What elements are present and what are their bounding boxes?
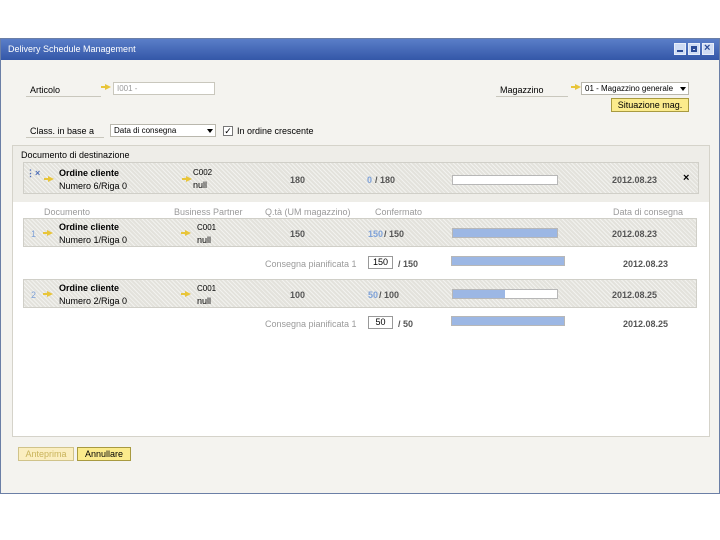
row-doc-type: Ordine cliente <box>59 283 120 293</box>
row-bp-code: C001 <box>197 284 217 293</box>
sub-date: 2012.08.23 <box>623 259 669 269</box>
dest-doc-type: Ordine cliente <box>59 168 120 178</box>
col-documento: Documento <box>44 207 91 217</box>
dest-progress-bar <box>452 175 558 185</box>
class-value: Data di consegna <box>114 126 177 135</box>
row-number: 1 <box>31 229 37 239</box>
minimize-icon <box>677 50 683 52</box>
bp-link-arrow-icon[interactable] <box>181 291 191 297</box>
row-confirmed: 150 <box>368 229 384 239</box>
magazzino-select[interactable]: 01 - Magazzino generale <box>581 82 689 95</box>
window-title: Delivery Schedule Management <box>8 44 136 54</box>
sub-progress-fill <box>452 317 564 325</box>
doc-link-arrow-icon[interactable] <box>44 176 54 182</box>
sub-total: / 50 <box>398 319 414 329</box>
dest-quantity: 180 <box>290 175 306 185</box>
dest-bp-name: null <box>193 180 208 190</box>
sub-progress-bar <box>451 256 565 266</box>
col-quantita: Q.tà (UM magazzino) <box>265 207 351 217</box>
bp-link-arrow-icon[interactable] <box>182 176 192 182</box>
table-row[interactable]: 2 Ordine cliente Numero 2/Riga 0 C001 nu… <box>23 279 697 308</box>
row-progress-bar <box>452 228 558 238</box>
anteprima-button[interactable]: Anteprima <box>18 447 74 461</box>
chevron-down-icon <box>207 129 213 133</box>
row-bp-name: null <box>197 235 212 245</box>
dest-doc-ref: Numero 6/Riga 0 <box>59 181 128 191</box>
magazzino-underline <box>496 96 568 97</box>
dest-total: / 180 <box>375 175 396 185</box>
row-doc-type: Ordine cliente <box>59 222 120 232</box>
row-number: 2 <box>31 290 37 300</box>
sub-progress-bar <box>451 316 565 326</box>
sub-quantity-input[interactable]: 50 <box>368 316 393 329</box>
close-icon: × <box>704 42 711 54</box>
sub-progress-fill <box>452 257 564 265</box>
dest-bp-code: C002 <box>193 168 213 177</box>
magazzino-value: 01 - Magazzino generale <box>585 84 674 93</box>
maximize-button[interactable] <box>688 43 700 55</box>
row-doc-ref: Numero 1/Riga 0 <box>59 235 128 245</box>
articolo-input[interactable]: I001 - <box>113 82 215 95</box>
magazzino-label: Magazzino <box>500 85 544 95</box>
class-label: Class. in base a <box>30 126 95 136</box>
sub-label: Consegna pianificata 1 <box>265 319 357 329</box>
sub-label: Consegna pianificata 1 <box>265 259 357 269</box>
row-bp-code: C001 <box>197 223 217 232</box>
class-select[interactable]: Data di consegna <box>110 124 216 137</box>
articolo-link-arrow-icon[interactable] <box>101 84 111 90</box>
row-quantity: 150 <box>290 229 306 239</box>
maximize-icon <box>691 46 697 52</box>
row-progress-fill <box>453 229 557 237</box>
row-total: / 100 <box>379 290 400 300</box>
chevron-down-icon <box>680 87 686 91</box>
situazione-mag-button[interactable]: Situazione mag. <box>611 98 689 112</box>
row-progress-bar <box>452 289 558 299</box>
minimize-button[interactable] <box>674 43 686 55</box>
row-doc-ref: Numero 2/Riga 0 <box>59 296 128 306</box>
row-date: 2012.08.25 <box>612 290 658 300</box>
col-business-partner: Business Partner <box>174 207 243 217</box>
table-row[interactable]: 1 Ordine cliente Numero 1/Riga 0 C001 nu… <box>23 218 697 247</box>
row-bp-name: null <box>197 296 212 306</box>
crescente-checkbox[interactable]: ✓ <box>223 126 233 136</box>
class-underline <box>26 137 104 138</box>
row-confirmed: 50 <box>368 290 379 300</box>
sub-date: 2012.08.25 <box>623 319 669 329</box>
dest-confirmed: 0 <box>367 175 373 185</box>
doc-link-arrow-icon[interactable] <box>43 230 53 236</box>
tree-expand-icon[interactable]: ⋮× <box>26 168 40 179</box>
col-data-consegna: Data di consegna <box>613 207 684 217</box>
row-quantity: 100 <box>290 290 306 300</box>
annullare-button[interactable]: Annullare <box>77 447 131 461</box>
doc-link-arrow-icon[interactable] <box>43 291 53 297</box>
title-bar[interactable]: Delivery Schedule Management × <box>1 39 719 60</box>
delivery-schedule-window: Delivery Schedule Management × Articolo … <box>0 38 720 494</box>
remove-icon[interactable]: × <box>683 172 689 184</box>
articolo-label: Articolo <box>30 85 61 95</box>
destination-section-label: Documento di destinazione <box>21 150 130 160</box>
bp-link-arrow-icon[interactable] <box>181 230 191 236</box>
row-progress-fill <box>453 290 505 298</box>
destination-row[interactable]: ⋮× Ordine cliente Numero 6/Riga 0 C002 n… <box>23 162 699 194</box>
dest-date: 2012.08.23 <box>612 175 658 185</box>
crescente-label: In ordine crescente <box>237 126 314 136</box>
sub-quantity-input[interactable]: 150 <box>368 256 393 269</box>
schedule-panel: Documento di destinazione ⋮× Ordine clie… <box>12 145 710 437</box>
articolo-underline <box>26 96 101 97</box>
row-total: / 150 <box>384 229 405 239</box>
close-window-button[interactable]: × <box>702 42 714 55</box>
sub-total: / 150 <box>398 259 419 269</box>
col-confermato: Confermato <box>375 207 423 217</box>
row-date: 2012.08.23 <box>612 229 658 239</box>
